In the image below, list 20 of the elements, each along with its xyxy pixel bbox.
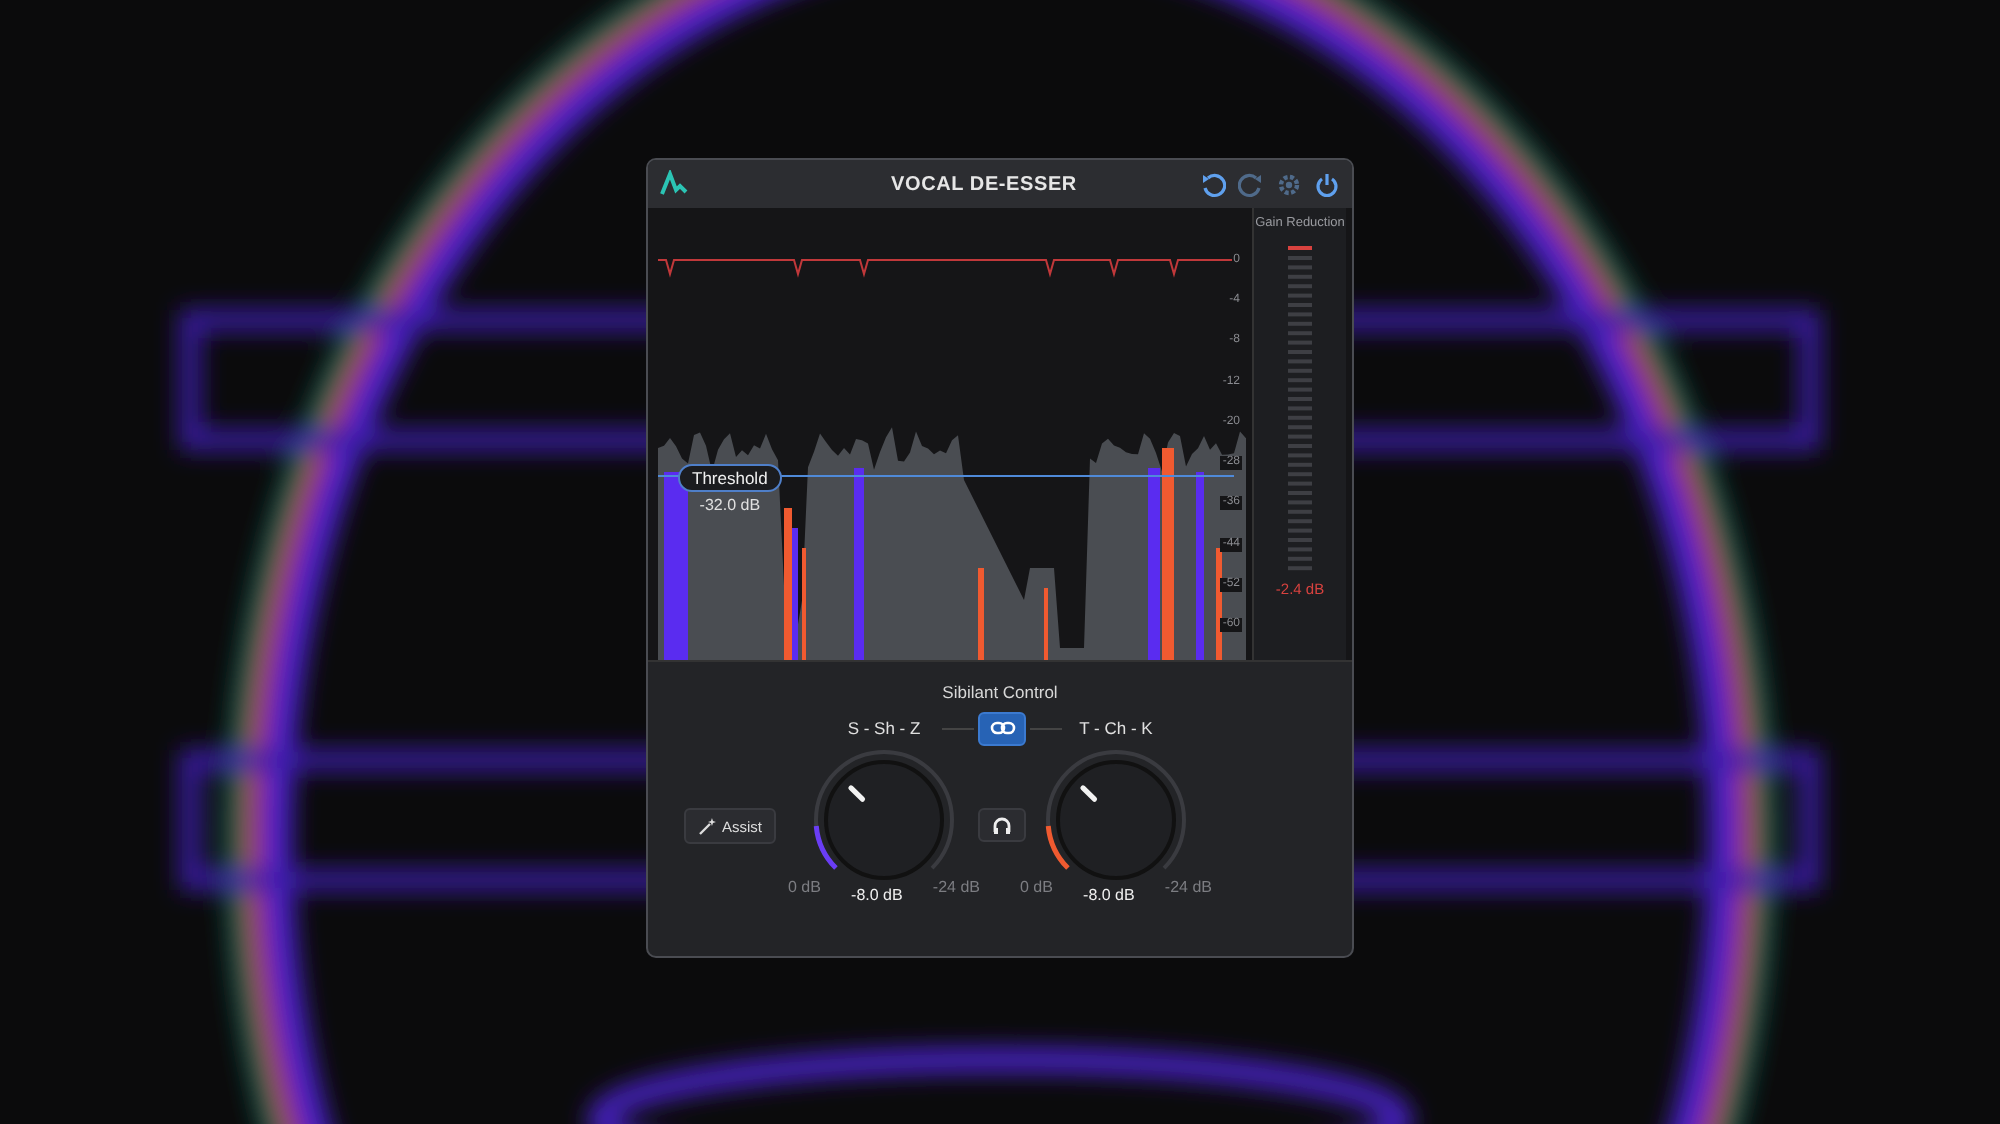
window-title: VOCAL DE-ESSER bbox=[889, 173, 1079, 195]
knob-min-label: 0 dB bbox=[1020, 878, 1053, 896]
link-toggle[interactable] bbox=[978, 711, 1026, 745]
knob-max-label: -24 dB bbox=[932, 878, 980, 896]
magic-wand-icon bbox=[698, 817, 716, 835]
knob-label: T - Ch - K bbox=[1077, 718, 1155, 738]
headphones-icon bbox=[992, 815, 1012, 835]
section-title: Sibilant Control bbox=[942, 682, 1058, 702]
knob-value: -8.0 dB bbox=[1083, 886, 1135, 904]
threshold-handle[interactable]: Threshold bbox=[678, 464, 782, 492]
threshold-value: -32.0 dB bbox=[699, 496, 761, 514]
knob-label: S - Sh - Z bbox=[845, 718, 923, 738]
undo-icon[interactable] bbox=[1200, 171, 1226, 197]
power-icon[interactable] bbox=[1314, 171, 1340, 197]
listen-toggle[interactable] bbox=[978, 808, 1026, 842]
knob-value: -8.0 dB bbox=[851, 886, 903, 904]
logo-icon bbox=[660, 170, 688, 198]
link-icon bbox=[989, 720, 1015, 736]
knob-max-label: -24 dB bbox=[1164, 878, 1212, 896]
knob-min-label: 0 dB bbox=[788, 878, 821, 896]
